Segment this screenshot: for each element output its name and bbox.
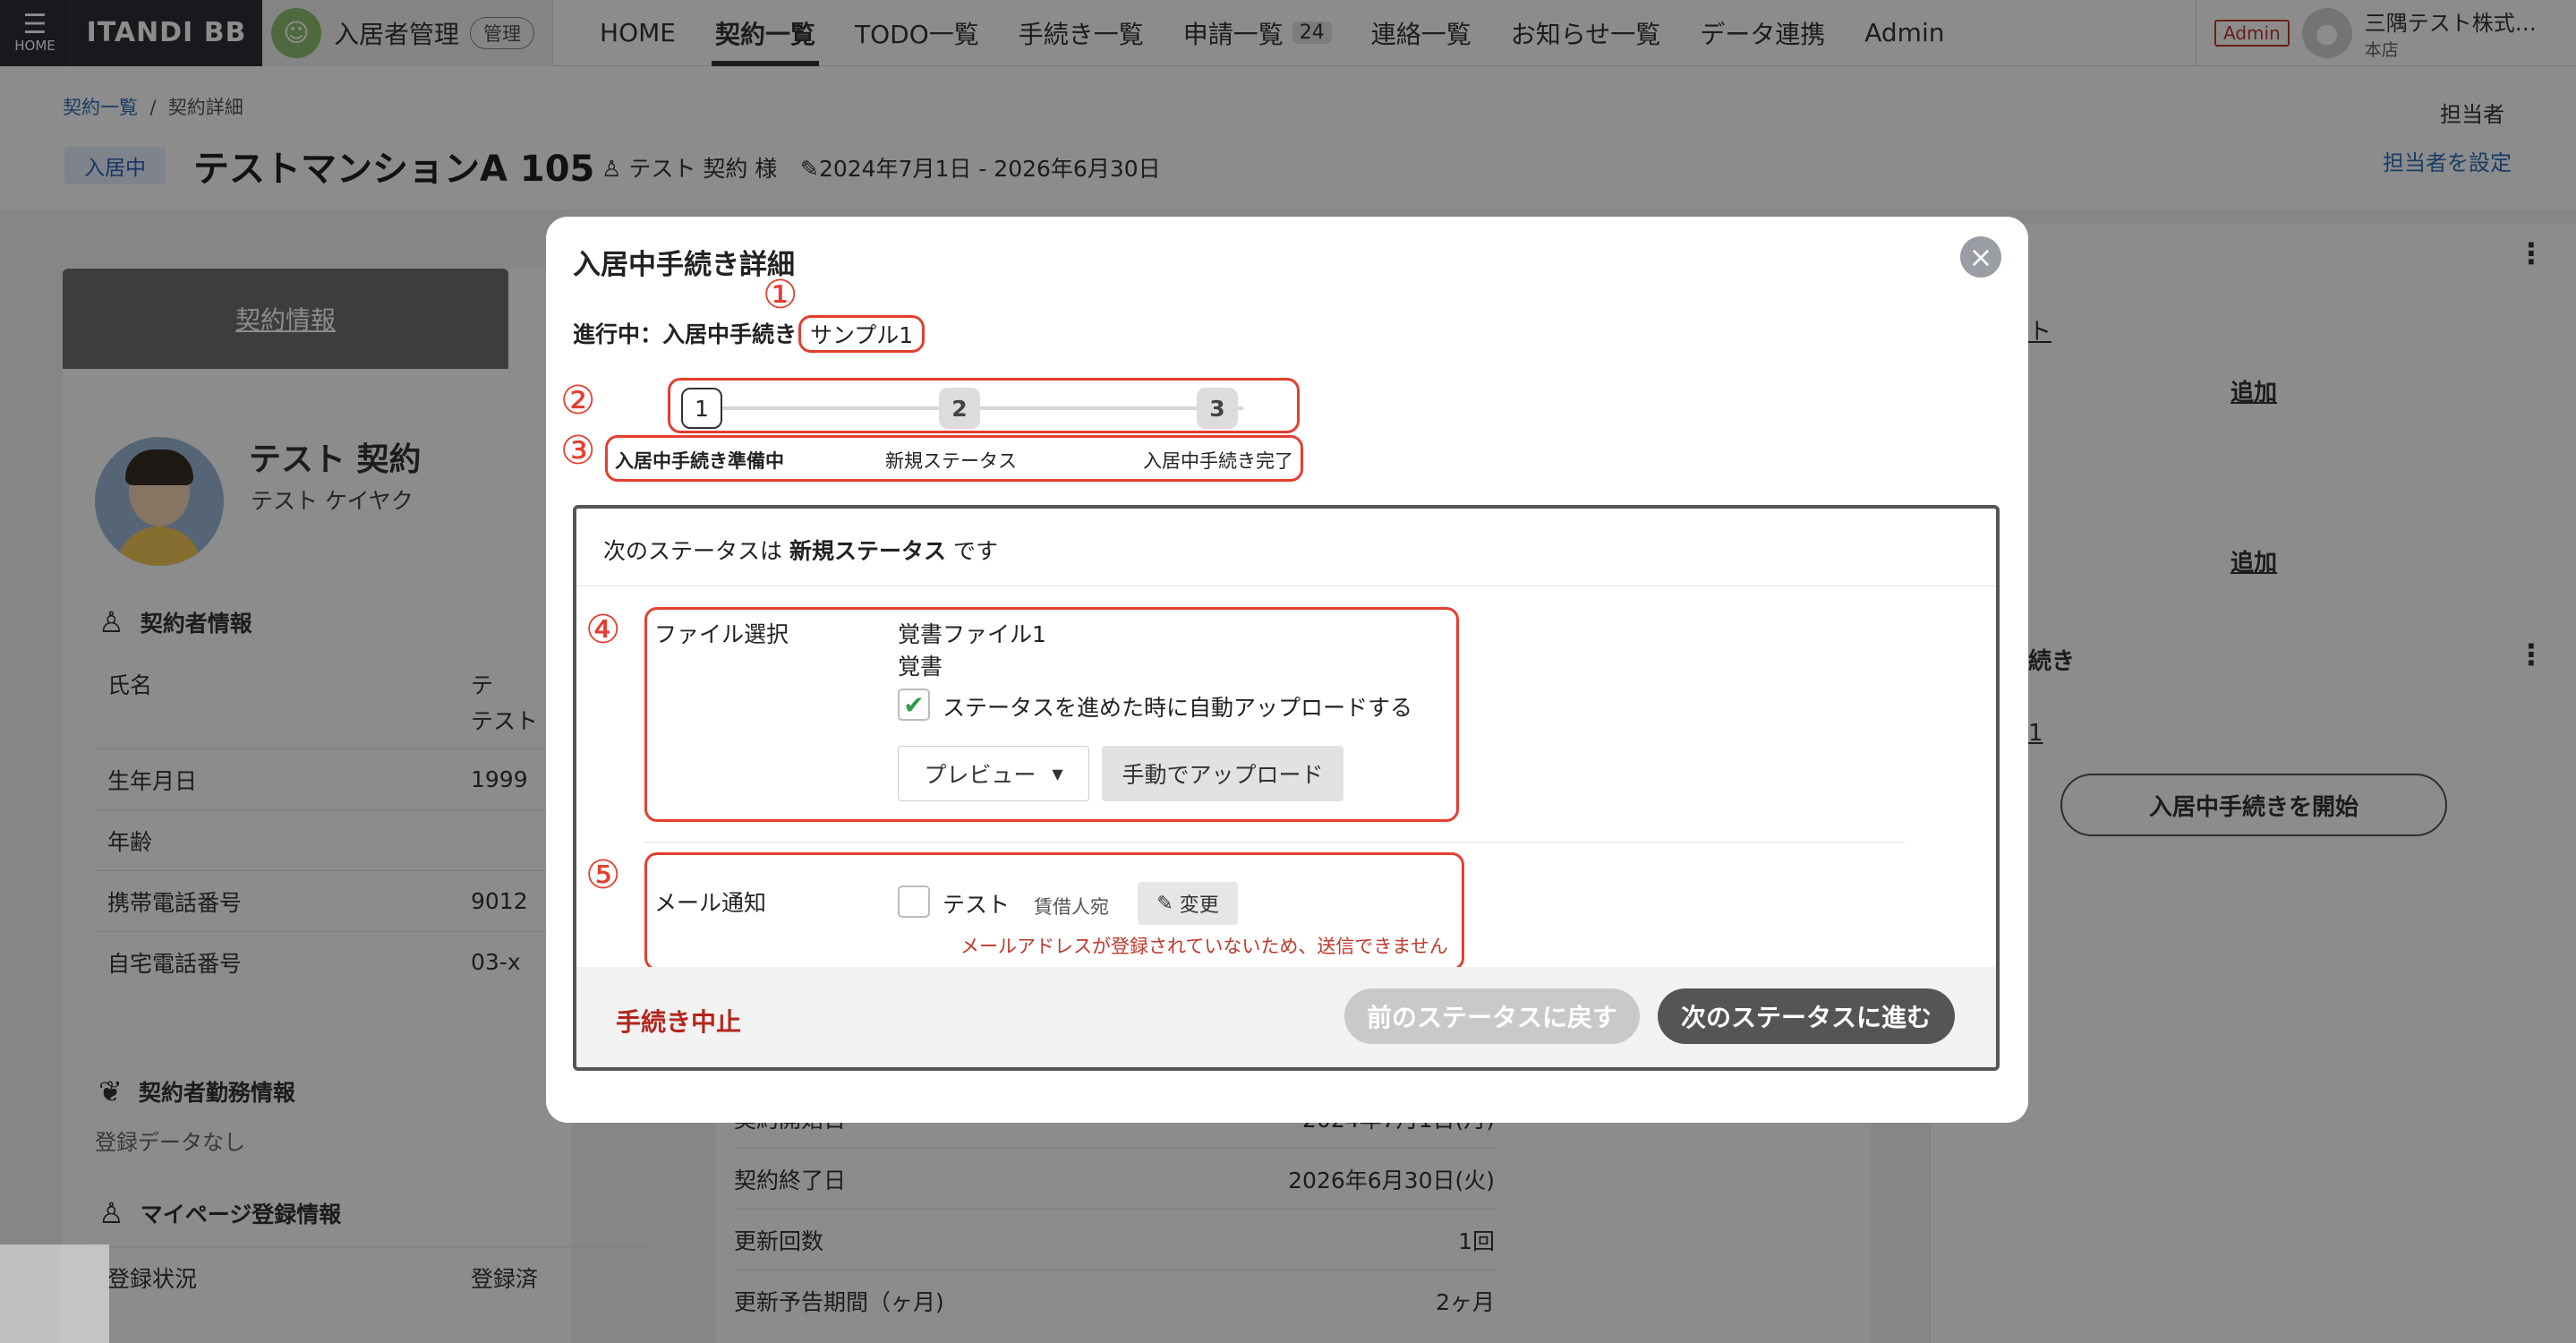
step-3: 3 <box>1197 388 1238 429</box>
auto-upload-checkbox[interactable]: ✔ <box>898 689 930 721</box>
procedure-detail-modal: 入居中手続き詳細 × ① 進行中：入居中手続き サンプル1 ② 1 2 3 ③ … <box>546 217 2028 1123</box>
file-select-field: ファイル選択 覚書ファイル1 覚書 ✔ ステータスを進めた時に自動アップロードす… <box>644 607 1459 822</box>
next-status-suffix: です <box>952 538 998 564</box>
close-icon[interactable]: × <box>1960 236 2001 278</box>
auto-upload-label: ステータスを進めた時に自動アップロードする <box>943 695 1413 721</box>
modal-footer: 手続き中止 前のステータスに戻す 次のステータスに進む <box>576 967 1996 1067</box>
divider <box>644 842 1905 843</box>
preview-label: プレビュー <box>924 762 1036 788</box>
status-stepper: 1 2 3 <box>668 378 1300 433</box>
pencil-icon: ✎ <box>1156 892 1173 915</box>
mail-recipient-checkbox[interactable] <box>898 885 930 918</box>
caret-down-icon: ▼ <box>1052 765 1063 783</box>
step-2-label: 新規ステータス <box>885 450 1017 472</box>
manual-upload-button[interactable]: 手動でアップロード <box>1102 746 1343 801</box>
stepper-labels: 入居中手続き準備中 新規ステータス 入居中手続き完了 <box>605 435 1303 482</box>
next-status-prefix: 次のステータスは <box>603 538 783 564</box>
annotation-5: ⑤ <box>585 852 621 898</box>
mail-recipient-role: 賃借人宛 <box>1034 896 1109 918</box>
prev-status-button[interactable]: 前のステータスに戻す <box>1344 988 1640 1044</box>
cancel-procedure-link[interactable]: 手続き中止 <box>616 1003 741 1039</box>
step-1-label: 入居中手続き準備中 <box>615 450 784 472</box>
annotation-1: ① <box>763 272 798 318</box>
file-name: 覚書ファイル1 <box>898 621 1046 647</box>
mail-notify-label: メール通知 <box>654 890 767 916</box>
checkmark-icon: ✔ <box>903 689 925 720</box>
next-status-button[interactable]: 次のステータスに進む <box>1658 988 1955 1044</box>
modal-title: 入居中手続き詳細 <box>573 249 795 281</box>
next-status-panel: 次のステータスは 新規ステータス です ④ ファイル選択 覚書ファイル1 覚書 … <box>573 505 2000 1071</box>
annotation-2: ② <box>560 378 596 423</box>
mail-notify-field: メール通知 テスト 賃借人宛 ✎ 変更 メールアドレスが登録されていないため、送… <box>644 852 1464 971</box>
mail-warning: メールアドレスが登録されていないため、送信できません <box>960 936 1448 957</box>
file-type: 覚書 <box>898 654 943 680</box>
annotation-4: ④ <box>585 607 621 653</box>
step-1: 1 <box>681 388 722 429</box>
next-status-name: 新規ステータス <box>789 538 946 564</box>
procedure-name: サンプル1 <box>798 315 925 353</box>
file-select-label: ファイル選択 <box>654 621 789 647</box>
next-status-text: 次のステータスは 新規ステータス です <box>603 534 998 566</box>
change-recipient-button[interactable]: ✎ 変更 <box>1138 882 1238 925</box>
mail-recipient-name: テスト <box>943 892 1011 918</box>
step-3-label: 入居中手続き完了 <box>1143 450 1293 472</box>
corner-widget <box>0 1245 109 1343</box>
change-label: 変更 <box>1179 894 1219 917</box>
annotation-3: ③ <box>560 428 596 474</box>
progress-label: 進行中：入居中手続き <box>573 321 798 347</box>
step-2: 2 <box>939 388 980 429</box>
preview-dropdown-button[interactable]: プレビュー ▼ <box>898 746 1089 801</box>
